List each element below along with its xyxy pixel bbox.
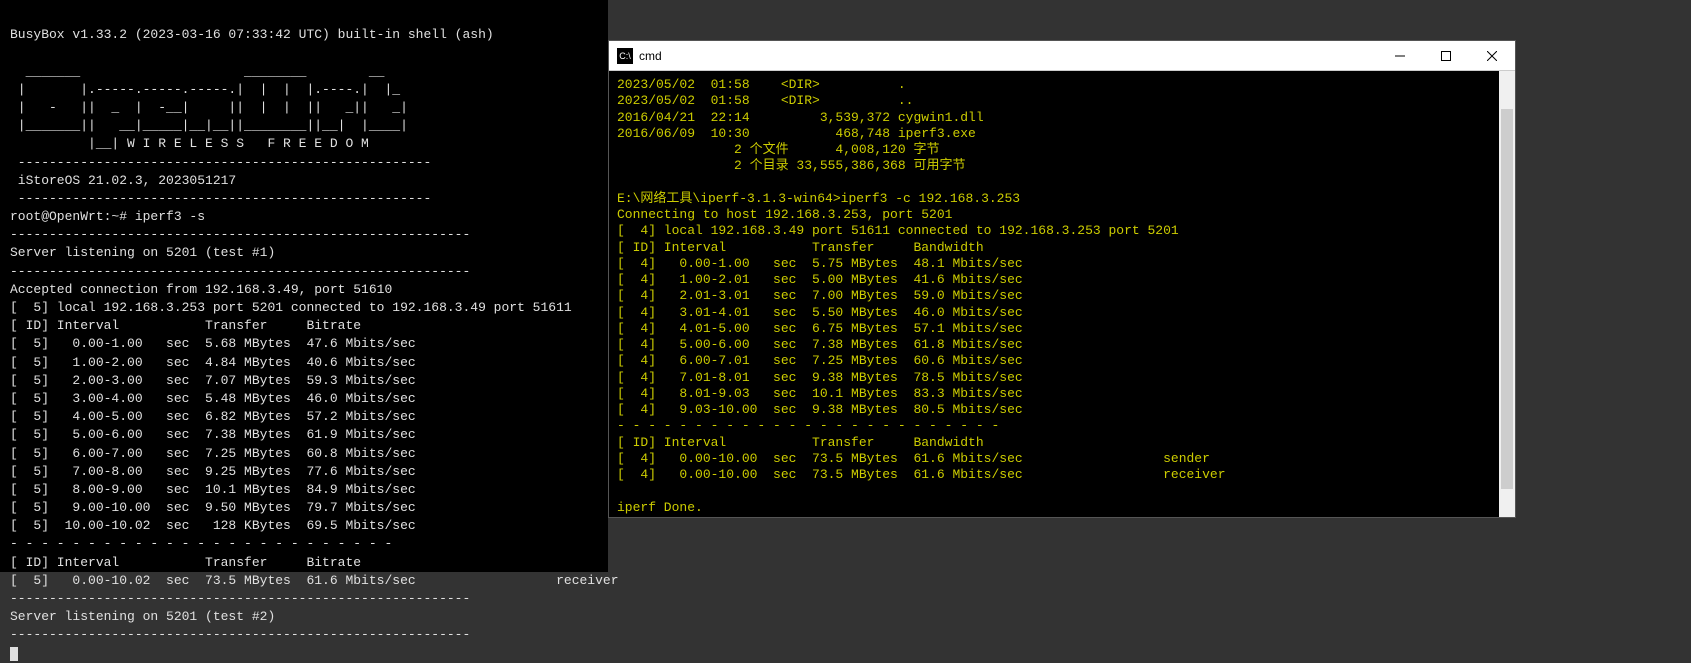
result-row: [ 4] 6.00-7.01 sec 7.25 MBytes 60.6 Mbit…	[617, 353, 1023, 368]
cmd-terminal[interactable]: 2023/05/02 01:58 <DIR> . 2023/05/02 01:5…	[609, 71, 1515, 517]
result-row: [ 5] 6.00-7.00 sec 7.25 MBytes 60.8 Mbit…	[10, 446, 416, 461]
openwrt-ascii-art: _______ ________ __ | |.-----.-----.----…	[10, 64, 431, 170]
separator-long: ----------------------------------------…	[10, 627, 470, 642]
table-header: [ ID] Interval Transfer Bandwidth	[617, 435, 984, 450]
separator-long: ----------------------------------------…	[10, 591, 470, 606]
local-conn: [ 4] local 192.168.3.49 port 51611 conne…	[617, 223, 1179, 238]
result-row: [ 5] 10.00-10.02 sec 128 KBytes 69.5 Mbi…	[10, 518, 416, 533]
result-row: [ 4] 9.03-10.00 sec 9.38 MBytes 80.5 Mbi…	[617, 402, 1023, 417]
accepted-conn: Accepted connection from 192.168.3.49, p…	[10, 282, 392, 297]
maximize-button[interactable]	[1423, 41, 1469, 71]
separator-long: ----------------------------------------…	[10, 227, 470, 242]
result-row: [ 4] 4.01-5.00 sec 6.75 MBytes 57.1 Mbit…	[617, 321, 1023, 336]
openwrt-terminal[interactable]: BusyBox v1.33.2 (2023-03-16 07:33:42 UTC…	[0, 0, 608, 572]
dashes: - - - - - - - - - - - - - - - - - - - - …	[10, 536, 392, 551]
result-row: [ 4] 0.00-1.00 sec 5.75 MBytes 48.1 Mbit…	[617, 256, 1023, 271]
separator-long: ----------------------------------------…	[10, 264, 470, 279]
scrollbar[interactable]	[1499, 71, 1515, 517]
dir-line: 2023/05/02 01:58 <DIR> .	[617, 77, 906, 92]
dir-line: 2 个目录 33,555,386,368 可用字节	[617, 158, 965, 173]
result-row: [ 4] 5.00-6.00 sec 7.38 MBytes 61.8 Mbit…	[617, 337, 1023, 352]
server-listening-2: Server listening on 5201 (test #2)	[10, 609, 275, 624]
result-row: [ 4] 3.01-4.01 sec 5.50 MBytes 46.0 Mbit…	[617, 305, 1023, 320]
dashes: - - - - - - - - - - - - - - - - - - - - …	[617, 418, 999, 433]
cmd-window: C:\ cmd 2023/05/02 01:58 <DIR> . 2023/05…	[608, 40, 1516, 518]
summary-row: [ 5] 0.00-10.02 sec 73.5 MBytes 61.6 Mbi…	[10, 573, 619, 588]
dir-line: 2 个文件 4,008,120 字节	[617, 142, 939, 157]
cmd-command: iperf3 -c 192.168.3.253	[841, 191, 1020, 206]
result-row: [ 4] 1.00-2.01 sec 5.00 MBytes 41.6 Mbit…	[617, 272, 1023, 287]
result-row: [ 5] 0.00-1.00 sec 5.68 MBytes 47.6 Mbit…	[10, 336, 416, 351]
table-header: [ ID] Interval Transfer Bitrate	[10, 555, 361, 570]
os-line: iStoreOS 21.02.3, 2023051217	[10, 173, 236, 188]
minimize-button[interactable]	[1377, 41, 1423, 71]
table-header: [ ID] Interval Transfer Bandwidth	[617, 240, 984, 255]
dir-line: 2023/05/02 01:58 <DIR> ..	[617, 93, 913, 108]
result-row: [ 4] 7.01-8.01 sec 9.38 MBytes 78.5 Mbit…	[617, 370, 1023, 385]
server-listening-1: Server listening on 5201 (test #1)	[10, 245, 275, 260]
window-title: cmd	[639, 49, 1377, 63]
terminal-cursor	[10, 647, 18, 661]
result-row: [ 5] 4.00-5.00 sec 6.82 MBytes 57.2 Mbit…	[10, 409, 416, 424]
result-row: [ 5] 8.00-9.00 sec 10.1 MBytes 84.9 Mbit…	[10, 482, 416, 497]
summary-receiver: [ 4] 0.00-10.00 sec 73.5 MBytes 61.6 Mbi…	[617, 467, 1226, 482]
summary-sender: [ 4] 0.00-10.00 sec 73.5 MBytes 61.6 Mbi…	[617, 451, 1210, 466]
dir-line: 2016/06/09 10:30 468,748 iperf3.exe	[617, 126, 976, 141]
scrollbar-thumb[interactable]	[1501, 109, 1513, 489]
window-controls	[1377, 41, 1515, 71]
result-row: [ 5] 2.00-3.00 sec 7.07 MBytes 59.3 Mbit…	[10, 373, 416, 388]
table-header: [ ID] Interval Transfer Bitrate	[10, 318, 361, 333]
result-row: [ 5] 9.00-10.00 sec 9.50 MBytes 79.7 Mbi…	[10, 500, 416, 515]
titlebar[interactable]: C:\ cmd	[609, 41, 1515, 71]
result-row: [ 5] 7.00-8.00 sec 9.25 MBytes 77.6 Mbit…	[10, 464, 416, 479]
cmd-icon: C:\	[617, 48, 633, 64]
result-row: [ 5] 1.00-2.00 sec 4.84 MBytes 40.6 Mbit…	[10, 355, 416, 370]
busybox-line: BusyBox v1.33.2 (2023-03-16 07:33:42 UTC…	[10, 27, 494, 42]
result-row: [ 5] 3.00-4.00 sec 5.48 MBytes 46.0 Mbit…	[10, 391, 416, 406]
iperf-done: iperf Done.	[617, 500, 703, 515]
dir-line: 2016/04/21 22:14 3,539,372 cygwin1.dll	[617, 110, 984, 125]
local-conn: [ 5] local 192.168.3.253 port 5201 conne…	[10, 300, 572, 315]
result-row: [ 4] 8.01-9.03 sec 10.1 MBytes 83.3 Mbit…	[617, 386, 1023, 401]
cmd-prompt: E:\网络工具\iperf-3.1.3-win64>	[617, 191, 841, 206]
separator: ----------------------------------------…	[10, 191, 431, 206]
shell-prompt: root@OpenWrt:~#	[10, 209, 135, 224]
close-button[interactable]	[1469, 41, 1515, 71]
shell-command: iperf3 -s	[135, 209, 205, 224]
connecting-line: Connecting to host 192.168.3.253, port 5…	[617, 207, 952, 222]
result-row: [ 5] 5.00-6.00 sec 7.38 MBytes 61.9 Mbit…	[10, 427, 416, 442]
result-row: [ 4] 2.01-3.01 sec 7.00 MBytes 59.0 Mbit…	[617, 288, 1023, 303]
